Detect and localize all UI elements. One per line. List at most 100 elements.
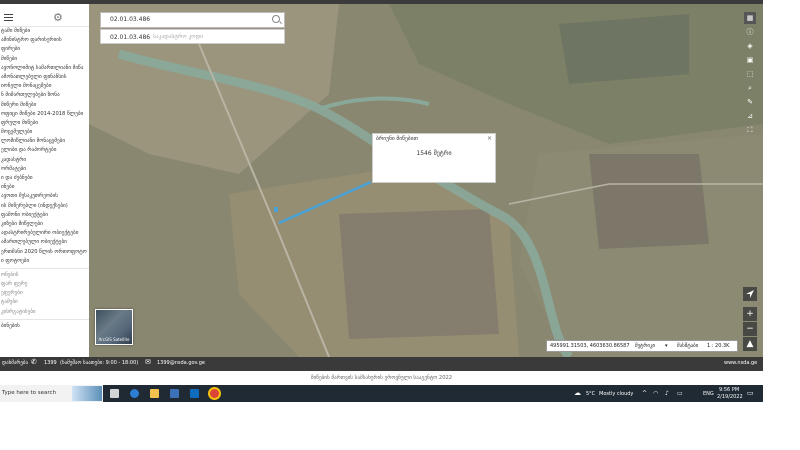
draw-icon[interactable]: ✎ (744, 96, 756, 108)
measure-icon[interactable]: ⊿ (744, 110, 756, 122)
grid-icon[interactable]: ▦ (744, 12, 756, 24)
measurement-popup: ბრიუნი მიწებით × 1546 მეტრი (372, 133, 496, 183)
settlement (559, 14, 689, 84)
city-blocks (339, 209, 499, 339)
weather-icon[interactable]: ☁ (574, 389, 581, 397)
sidebar-item[interactable]: ამინისტრო ფარისერიის (0, 36, 89, 45)
phone-icon: ✆ (31, 358, 37, 366)
search-icon[interactable] (272, 15, 280, 23)
sidebar-item[interactable]: ლომიწლიანი მონაცემები (0, 137, 89, 146)
map-status-bar: 495991.31503, 4603630.86587 მეტრიკი ▾ მა… (546, 340, 738, 352)
info-icon[interactable]: ⓘ (744, 26, 756, 38)
tray-chevron-icon[interactable]: ^ (642, 390, 647, 397)
sidebar-item[interactable]: მიწები (0, 55, 89, 64)
clock-date[interactable]: 2/19/2022 (717, 394, 743, 400)
phone-number[interactable]: 1399 (44, 360, 57, 366)
language-indicator[interactable]: ENG (703, 391, 714, 397)
sidebar-item[interactable]: კადასტრი (0, 156, 89, 165)
locate-icon[interactable] (743, 287, 757, 301)
sidebar-subitem[interactable]: კისრგატისები (0, 308, 89, 317)
windows-taskbar: Type here to search ☁ 5°C Mostly cloudy … (0, 385, 763, 402)
sidebar-item[interactable]: ფამონი ობიექტები (0, 211, 89, 220)
copyright-text: მიწების მართვის სამსახურის ეროვნული სააგ… (310, 375, 453, 381)
sidebar-item[interactable]: მიწერი მიწები (0, 101, 89, 110)
sidebar-item[interactable]: ი და ძებნები (0, 174, 89, 183)
clock-time[interactable]: 9:56 PM (719, 387, 739, 393)
battery-icon[interactable]: ▭ (677, 390, 683, 397)
sidebar-item[interactable]: ის მიწერებლი (ინდექსები) (0, 202, 89, 211)
sidebar-item-bottom[interactable]: ბინების (0, 322, 89, 331)
mail-icon: ✉ (145, 358, 151, 366)
zoom-out-button[interactable]: − (743, 322, 757, 336)
sidebar-item[interactable]: ტამი მიწები (0, 27, 89, 36)
select-icon[interactable]: ⬚ (744, 68, 756, 80)
popup-distance: 1546 მეტრი (416, 150, 452, 157)
search-map-icon[interactable]: ⌕ (744, 82, 756, 94)
taskbar-search[interactable]: Type here to search (0, 385, 103, 402)
wifi-icon[interactable]: ◠ (653, 390, 658, 397)
site-link[interactable]: www.nsda.ge (724, 360, 757, 366)
file-explorer-icon[interactable] (150, 389, 159, 398)
zoom-in-button[interactable]: + (743, 307, 757, 321)
suggestion-description: საკადასტრო კოდი (153, 34, 203, 40)
weather-desc[interactable]: Mostly cloudy (599, 391, 633, 397)
support-label: დახმარება (2, 360, 29, 366)
scale-label: მასშტაბი (677, 343, 699, 349)
sidebar-item[interactable]: ორმატები (0, 165, 89, 174)
measure-start-marker[interactable] (274, 207, 278, 212)
sidebar-item[interactable]: ინები (0, 183, 89, 192)
taskbar-search-input[interactable]: Type here to search (2, 390, 56, 396)
menu-icon[interactable] (4, 14, 13, 21)
layers-icon[interactable]: ◈ (744, 40, 756, 52)
scale-readout[interactable]: 1 : 20.3K (707, 341, 729, 352)
sidebar-header: ⚙ (0, 4, 89, 27)
sidebar-subitem[interactable]: ტამები (0, 298, 89, 307)
sidebar-item[interactable]: ერთმანი 2020 წლის ორთოფოტო (0, 248, 89, 257)
sidebar-item[interactable]: ნ მიმართულებები ზონა (0, 91, 89, 100)
sidebar-divider (0, 267, 89, 269)
store-icon[interactable] (170, 389, 179, 398)
sidebar-item[interactable]: ელიბი და რაპორტები (0, 146, 89, 155)
close-icon[interactable]: × (487, 135, 492, 142)
sidebar-item[interactable]: ამონათლებული ფინანსის (0, 73, 89, 82)
chevron-down-icon[interactable]: ▾ (665, 341, 668, 352)
sidebar-item[interactable]: ფრული მიწები (0, 119, 89, 128)
weather-temp[interactable]: 5°C (586, 391, 595, 397)
sidebar-subitem[interactable]: ფარ ფერე (0, 280, 89, 289)
sidebar-subitem[interactable]: ეფერები (0, 289, 89, 298)
unit-select[interactable]: მეტრიკი (635, 341, 655, 352)
popup-title: ბრიუნი მიწებით (376, 136, 418, 142)
working-hours: (სამუშაო საათები: 9:00 - 18:00) (60, 360, 139, 366)
fullscreen-icon[interactable]: ⛶ (744, 124, 756, 136)
mail-app-icon[interactable] (190, 389, 199, 398)
sidebar-item[interactable]: კიზები მიწელები (0, 220, 89, 229)
gear-icon[interactable]: ⚙ (53, 11, 63, 24)
map-toolbar: ▦ ⓘ ◈ ▣ ⬚ ⌕ ✎ ⊿ ⛶ (742, 12, 758, 134)
sidebar-divider (0, 318, 89, 320)
email-link[interactable]: 1399@nsda.gov.ge (157, 360, 205, 366)
sidebar-subitem[interactable]: ონების (0, 271, 89, 280)
sidebar-item[interactable]: იონელი მონაცემები (0, 82, 89, 91)
sidebar-item[interactable]: ავოთი მესაკუთრეობის (0, 192, 89, 201)
suggestion-code: 02.01.03.486 (110, 34, 151, 41)
search-box[interactable]: 02.01.03.486 (100, 12, 285, 28)
sublayer-list: ონების ფარ ფერე ეფერები ტამები კისრგატისები (0, 271, 89, 317)
task-view-icon[interactable] (110, 389, 119, 398)
notification-icon[interactable]: ▭ (747, 389, 754, 397)
compass-icon[interactable]: ▲ (743, 337, 757, 351)
sidebar-item[interactable]: ადასტრირებულირი ობიექტები (0, 229, 89, 238)
basemap-thumbnail[interactable]: ArcGIS Satellite (95, 309, 133, 345)
edge-icon[interactable] (130, 389, 139, 398)
sidebar-item[interactable]: ფირები (0, 45, 89, 54)
sidebar-item[interactable]: ი ფოტოები (0, 257, 89, 266)
sidebar-item[interactable]: ავონოლიმიტ სამართლიანი მიწა (0, 64, 89, 73)
coordinates-readout: 495991.31503, 4603630.86587 (550, 343, 630, 349)
search-suggestion[interactable]: 02.01.03.486 საკადასტრო კოდი (100, 29, 285, 44)
sidebar-item[interactable]: ოფიცი მიწები 2014-2018 წლები (0, 110, 89, 119)
print-icon[interactable]: ▣ (744, 54, 756, 66)
sidebar-item[interactable]: ამართლებული ობიექტები (0, 238, 89, 247)
sidebar-item[interactable]: მოცემულები (0, 128, 89, 137)
volume-icon[interactable]: ♪ (665, 390, 669, 397)
search-input[interactable]: 02.01.03.486 (110, 16, 150, 23)
chrome-icon[interactable] (210, 389, 219, 398)
